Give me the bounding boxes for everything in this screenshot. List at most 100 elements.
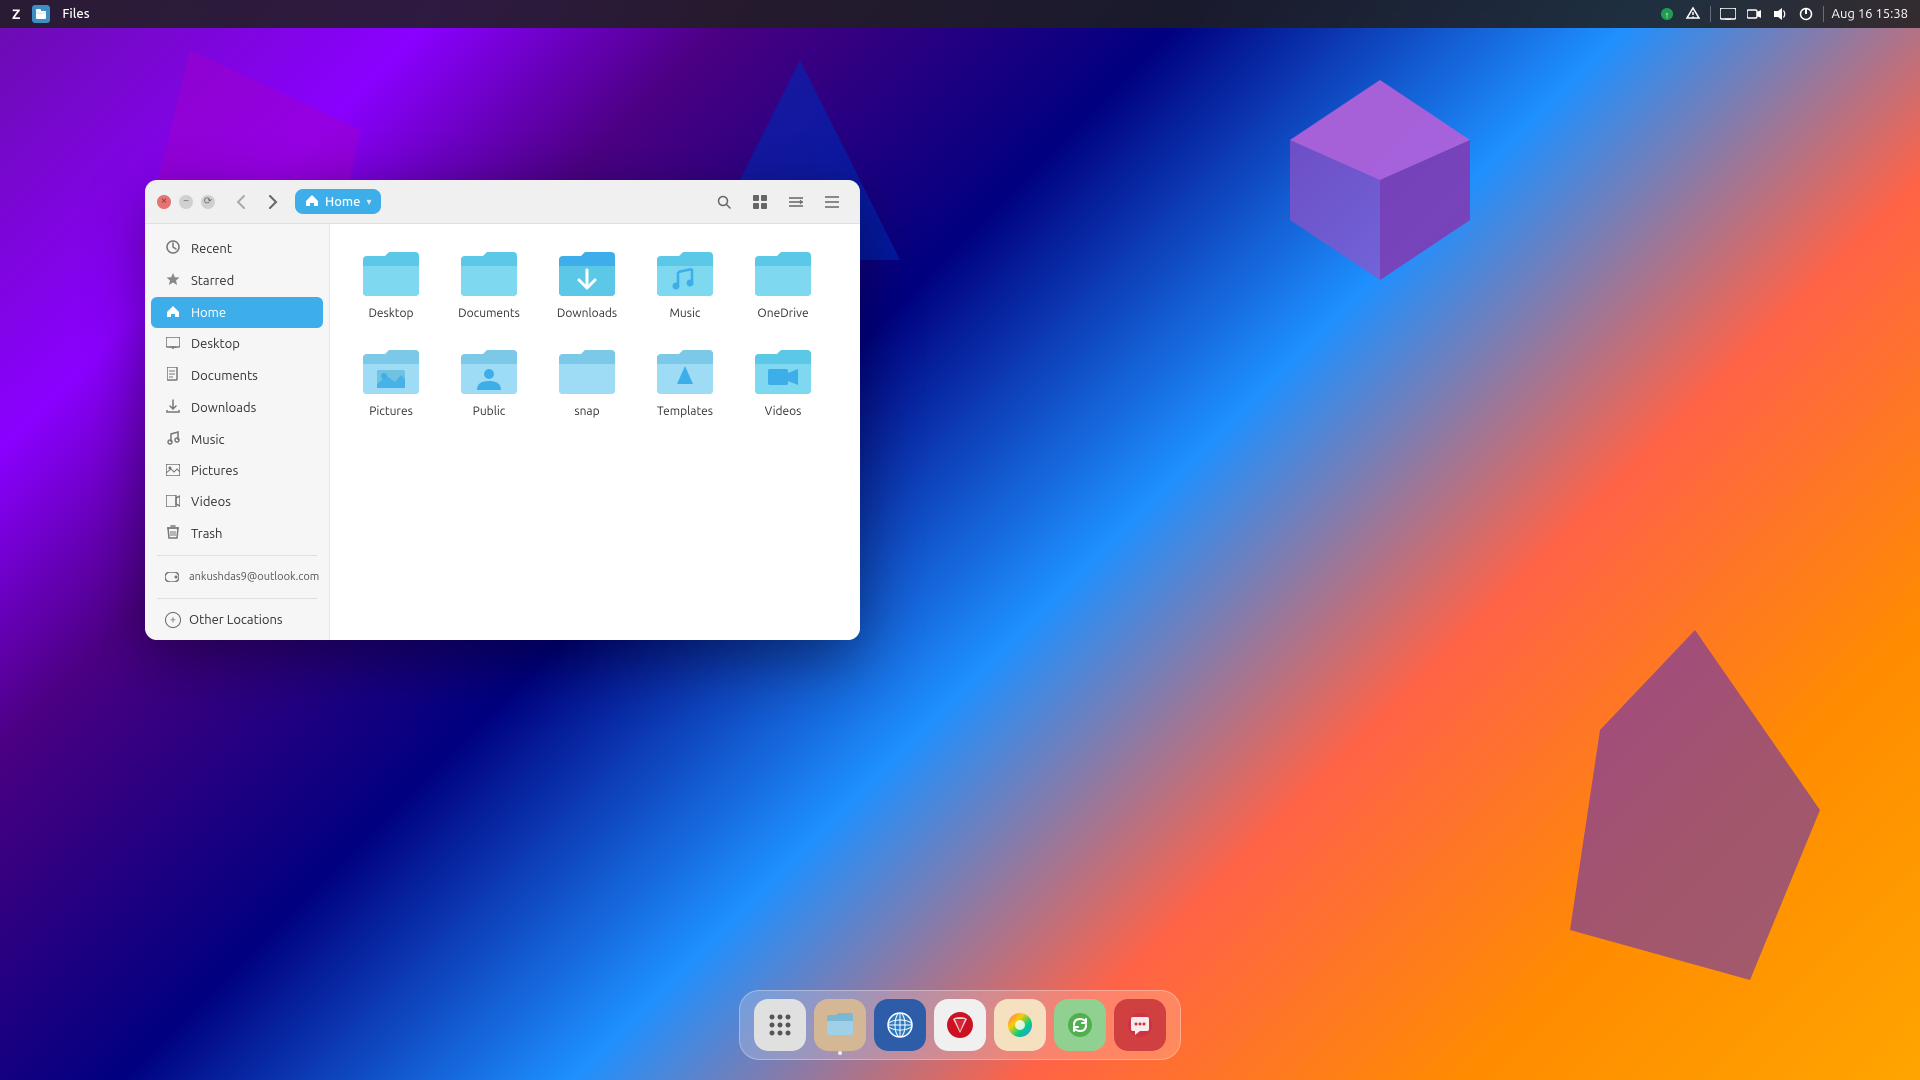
menu-button[interactable]	[816, 186, 848, 218]
sidebar: Recent Starred Home Des	[145, 224, 330, 640]
file-label-snap: snap	[574, 404, 599, 420]
update-icon	[1066, 1011, 1094, 1039]
file-label-public: Public	[473, 404, 506, 420]
sidebar-downloads-label: Downloads	[191, 401, 256, 415]
datetime: Aug 16 15:38	[1832, 7, 1909, 21]
trash-sidebar-icon	[165, 525, 181, 542]
file-label-downloads: Downloads	[557, 306, 617, 322]
sidebar-music-label: Music	[191, 433, 225, 447]
topbar-right: ↑ Aug 16 15:38	[1658, 5, 1909, 23]
sidebar-divider2	[157, 598, 317, 599]
location-breadcrumb[interactable]: Home ▾	[295, 189, 381, 214]
folder-icon-pictures	[361, 346, 421, 398]
location-dropdown-icon: ▾	[366, 196, 371, 208]
folder-icon-downloads	[557, 248, 617, 300]
file-item-templates[interactable]: Templates	[640, 338, 730, 428]
sidebar-drive-label: ankushdas9@outlook.com	[189, 571, 319, 583]
home-sidebar-icon	[165, 304, 181, 321]
dock-item-vivaldi[interactable]	[934, 999, 986, 1051]
separator2	[1823, 6, 1824, 22]
other-locations-icon: +	[165, 612, 181, 628]
pictures-sidebar-icon	[165, 463, 181, 479]
apps-grid-icon	[767, 1012, 793, 1038]
search-button[interactable]	[708, 186, 740, 218]
desktop-sidebar-icon	[165, 336, 181, 352]
downloads-sidebar-icon	[165, 399, 181, 416]
close-button[interactable]: ×	[157, 195, 171, 209]
dock-item-files[interactable]	[814, 999, 866, 1051]
folder-icon-onedrive	[753, 248, 813, 300]
sidebar-recent-label: Recent	[191, 242, 232, 256]
volume-icon[interactable]	[1771, 5, 1789, 23]
sidebar-item-drive[interactable]: ankushdas9@outlook.com	[151, 562, 323, 592]
sidebar-item-videos[interactable]: Videos	[151, 487, 323, 517]
folder-icon-desktop	[361, 248, 421, 300]
sort-button[interactable]	[780, 186, 812, 218]
power-icon[interactable]	[1797, 5, 1815, 23]
documents-sidebar-icon	[165, 367, 181, 384]
dock-item-color-app[interactable]	[994, 999, 1046, 1051]
file-item-public[interactable]: Public	[444, 338, 534, 428]
sidebar-item-starred[interactable]: Starred	[151, 265, 323, 296]
bg-shape-bottom-right	[1570, 630, 1820, 980]
sidebar-item-recent[interactable]: Recent	[151, 233, 323, 264]
maximize-button[interactable]: ⟳	[201, 195, 215, 209]
sidebar-home-label: Home	[191, 306, 226, 320]
file-item-downloads[interactable]: Downloads	[542, 240, 632, 330]
music-sidebar-icon	[165, 431, 181, 448]
sidebar-item-music[interactable]: Music	[151, 424, 323, 455]
files-icon	[825, 1011, 855, 1039]
titlebar-actions	[708, 186, 848, 218]
main-content: Recent Starred Home Des	[145, 224, 860, 640]
file-item-documents[interactable]: Documents	[444, 240, 534, 330]
file-item-onedrive[interactable]: OneDrive	[738, 240, 828, 330]
file-item-music[interactable]: Music	[640, 240, 730, 330]
starred-icon	[165, 272, 181, 289]
sidebar-item-other-locations[interactable]: + Other Locations	[151, 605, 323, 635]
file-label-onedrive: OneDrive	[757, 306, 808, 322]
file-item-snap[interactable]: snap	[542, 338, 632, 428]
back-button[interactable]	[227, 188, 255, 216]
indicator-1[interactable]: ↑	[1658, 5, 1676, 23]
dock-item-browser[interactable]	[874, 999, 926, 1051]
topbar: Z Files ↑ Aug 16 15:38	[0, 0, 1920, 28]
sidebar-item-downloads[interactable]: Downloads	[151, 392, 323, 423]
file-label-music: Music	[670, 306, 701, 322]
sidebar-trash-label: Trash	[191, 527, 222, 541]
folder-icon-snap	[557, 346, 617, 398]
file-manager-window: × − ⟳ Home ▾	[145, 180, 860, 640]
app-icon	[32, 5, 50, 23]
topbar-left: Z Files	[12, 5, 90, 23]
indicator-2[interactable]	[1684, 5, 1702, 23]
minimize-button[interactable]: −	[179, 195, 193, 209]
file-label-videos: Videos	[765, 404, 802, 420]
sidebar-documents-label: Documents	[191, 369, 258, 383]
dock-item-chat[interactable]	[1114, 999, 1166, 1051]
sidebar-item-documents[interactable]: Documents	[151, 360, 323, 391]
drive-icon	[165, 569, 179, 585]
file-label-desktop: Desktop	[368, 306, 413, 322]
forward-button[interactable]	[259, 188, 287, 216]
sidebar-item-pictures[interactable]: Pictures	[151, 456, 323, 486]
view-toggle-button[interactable]	[744, 186, 776, 218]
record-icon[interactable]	[1745, 5, 1763, 23]
sidebar-videos-label: Videos	[191, 495, 231, 509]
file-item-pictures[interactable]: Pictures	[346, 338, 436, 428]
file-item-videos[interactable]: Videos	[738, 338, 828, 428]
sidebar-item-home[interactable]: Home	[151, 297, 323, 328]
videos-sidebar-icon	[165, 494, 181, 510]
sidebar-pictures-label: Pictures	[191, 464, 238, 478]
files-active-dot	[838, 1051, 842, 1055]
file-item-desktop[interactable]: Desktop	[346, 240, 436, 330]
recent-icon	[165, 240, 181, 257]
sidebar-item-desktop[interactable]: Desktop	[151, 329, 323, 359]
sidebar-item-trash[interactable]: Trash	[151, 518, 323, 549]
dock-item-update[interactable]	[1054, 999, 1106, 1051]
dock-item-apps-grid[interactable]	[754, 999, 806, 1051]
file-label-pictures: Pictures	[369, 404, 413, 420]
screen-icon[interactable]	[1719, 5, 1737, 23]
window-controls: × − ⟳	[157, 195, 215, 209]
wm-icon: Z	[12, 6, 20, 22]
file-label-documents: Documents	[458, 306, 520, 322]
chat-icon	[1126, 1011, 1154, 1039]
